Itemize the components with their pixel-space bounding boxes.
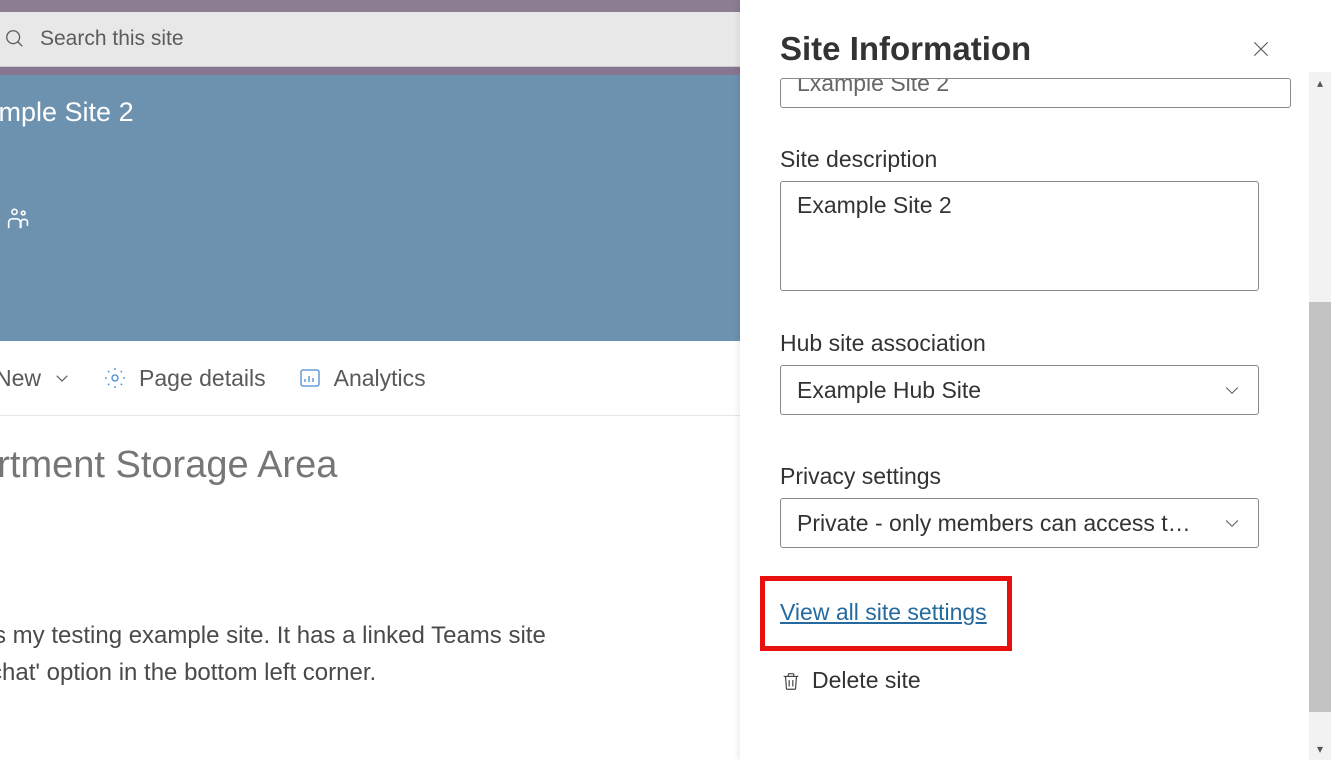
hub-association-label: Hub site association: [780, 330, 1291, 357]
site-information-panel: Site Information Lxample Site 2 Site des…: [740, 0, 1331, 760]
search-bar[interactable]: [0, 12, 740, 67]
analytics-button[interactable]: Analytics: [298, 365, 426, 392]
suite-bar: [0, 0, 740, 12]
page-body: s is my testing example site. It has a l…: [0, 487, 740, 691]
scroll-up-arrow[interactable]: ▴: [1317, 72, 1323, 94]
analytics-label: Analytics: [334, 365, 426, 392]
separator-bar: [0, 67, 740, 75]
teams-icon[interactable]: [4, 206, 32, 234]
scroll-thumb[interactable]: [1309, 302, 1331, 712]
hub-association-select[interactable]: Example Hub Site: [780, 365, 1259, 415]
search-icon: [4, 28, 26, 50]
body-line: s is my testing example site. It has a l…: [0, 617, 740, 654]
scroll-down-arrow[interactable]: ▾: [1317, 738, 1323, 760]
body-line: e chat' option in the bottom left corner…: [0, 654, 740, 691]
site-name: xample Site 2: [0, 97, 134, 128]
delete-site-button[interactable]: Delete site: [780, 667, 1291, 694]
trash-icon: [780, 670, 802, 692]
scrollbar[interactable]: ▴ ▾: [1309, 72, 1331, 760]
site-description-label: Site description: [780, 146, 1291, 173]
hub-association-value: Example Hub Site: [797, 377, 981, 404]
site-description-input[interactable]: [780, 181, 1259, 291]
page-details-label: Page details: [139, 365, 266, 392]
privacy-settings-value: Private - only members can access t…: [797, 510, 1191, 537]
close-icon: [1251, 39, 1271, 59]
analytics-icon: [298, 366, 322, 390]
panel-header: Site Information: [740, 0, 1331, 72]
chevron-down-icon: [53, 369, 71, 387]
view-all-site-settings-link[interactable]: View all site settings: [780, 599, 987, 625]
highlight-annotation: View all site settings: [760, 576, 1012, 651]
chevron-down-icon: [1222, 380, 1242, 400]
search-input[interactable]: [40, 27, 740, 51]
main-content: xample Site 2 New Page details: [0, 0, 740, 760]
panel-body: Lxample Site 2 Site description Hub site…: [740, 72, 1331, 760]
privacy-settings-select[interactable]: Private - only members can access t…: [780, 498, 1259, 548]
command-bar: New Page details Analytics: [0, 341, 740, 416]
new-label: New: [0, 365, 41, 392]
page-details-button[interactable]: Page details: [103, 365, 266, 392]
new-menu[interactable]: New: [0, 365, 71, 392]
site-header: xample Site 2: [0, 75, 740, 341]
panel-title: Site Information: [780, 30, 1031, 68]
chevron-down-icon: [1222, 513, 1242, 533]
page-title: partment Storage Area: [0, 416, 740, 487]
site-name-input[interactable]: Lxample Site 2: [780, 78, 1291, 108]
close-button[interactable]: [1251, 39, 1271, 59]
delete-site-label: Delete site: [812, 667, 921, 694]
privacy-settings-label: Privacy settings: [780, 463, 1291, 490]
gear-icon: [103, 366, 127, 390]
